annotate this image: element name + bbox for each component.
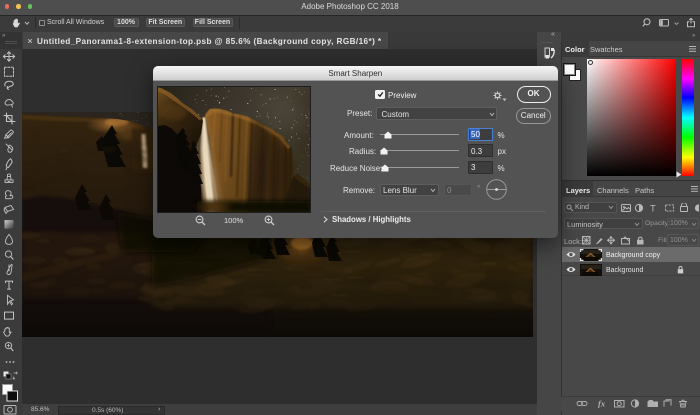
- svg-text:fx: fx: [598, 399, 606, 408]
- svg-text:T: T: [650, 203, 656, 213]
